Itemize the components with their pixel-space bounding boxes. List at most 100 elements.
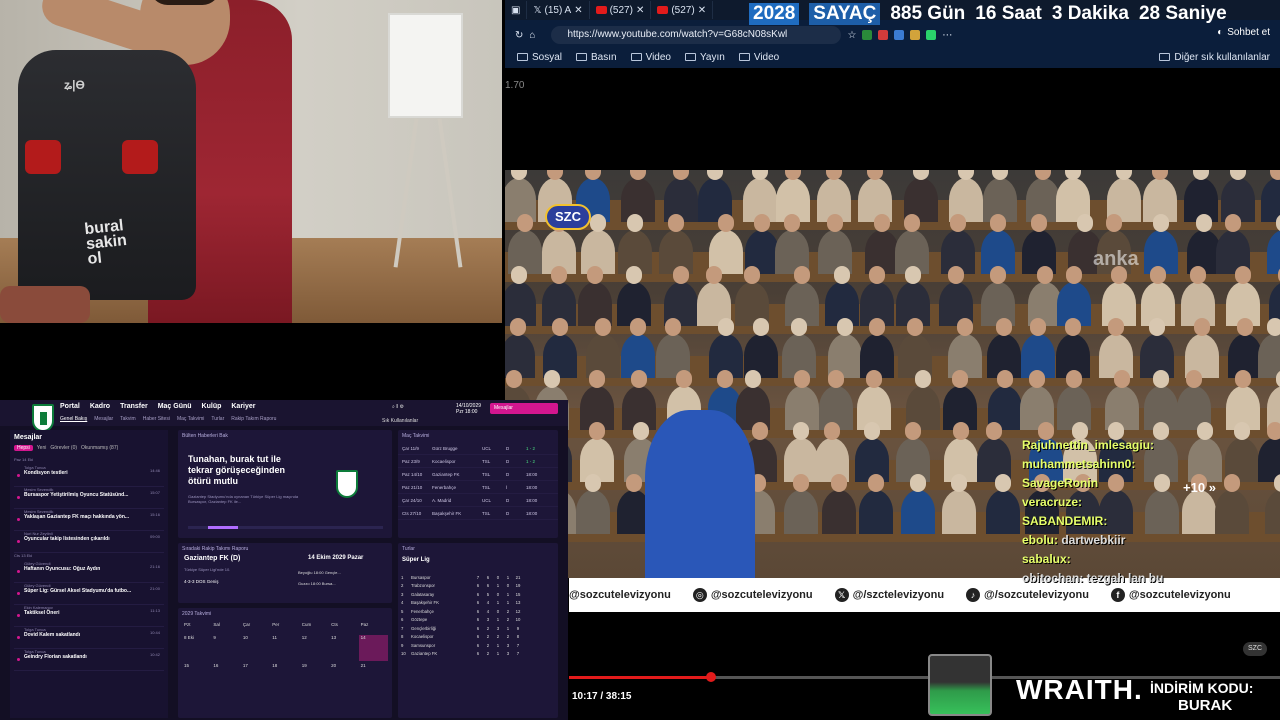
extension-icon[interactable] (862, 30, 873, 40)
calendar-day[interactable]: 17 (241, 663, 270, 689)
table-row[interactable]: 7 Gençlerbirliği 6 2 3 1 9 (398, 624, 558, 633)
subnav-item[interactable]: Genel Bakış (60, 416, 87, 422)
filter-unread[interactable]: Okunmamış (87) (81, 445, 118, 451)
table-row[interactable]: 3 Galatasaray 6 5 0 1 15 (398, 590, 558, 599)
progress-bar[interactable] (569, 672, 1280, 682)
nav-kariyer[interactable]: Kariyer (231, 403, 255, 410)
inbox-message[interactable]: Ekin Kalemanov Taktiksel Öneri 11:13 (14, 605, 164, 627)
audience-head (1036, 266, 1053, 284)
club-crest[interactable] (32, 404, 54, 432)
calendar-day[interactable]: 15 (182, 663, 211, 689)
search-icon[interactable]: ⌕ (392, 404, 395, 410)
fixture-row[interactable]: Çar 24/10 A. Madrid UCL D 18:00 (398, 494, 558, 507)
nav-kulup[interactable]: Kulüp (202, 403, 222, 410)
progress-scrubber[interactable] (706, 672, 717, 682)
tab-x[interactable]: 𝕏 (15) A ✕ (527, 1, 590, 19)
calendar-card[interactable]: 2029 Takvimi Pzt Sal Çar Per Cum Cts Paz 8 Eki 9… (178, 608, 392, 718)
table-team: Bursaspor (411, 574, 431, 580)
star-icon[interactable]: ☆ (847, 30, 856, 41)
tab-youtube-1[interactable]: (527) ✕ (590, 1, 652, 19)
calendar-day[interactable]: 11 (270, 635, 299, 661)
calendar-day[interactable]: 19 (300, 663, 329, 689)
fixture-row[interactable]: Çar 11/9 Gürz Brugge UCL D 1 - 2 (398, 442, 558, 455)
fixture-row[interactable]: Paz 14/10 Gaziantep FK TSL D 18:00 (398, 468, 558, 481)
more-icon[interactable]: ⋯ (942, 30, 952, 41)
inbox-message[interactable]: Güley Güvendi Süper Lig: Gürsel Aksel Sta… (14, 583, 164, 605)
inbox-message[interactable]: Tolga Tunca Dovid Kalem sakatlandı 10:44 (14, 627, 164, 649)
calendar-day[interactable]: 14 (358, 635, 388, 661)
video-player[interactable]: 1.70 SZC anka +10 » @sozcutelevizyonu ◎ @… (505, 68, 1280, 720)
calendar-day[interactable]: 9 (211, 635, 240, 661)
favorites-menu[interactable]: Sık Kullanılanlar (382, 418, 418, 424)
calendar-day[interactable]: 20 (329, 663, 358, 689)
table-row[interactable]: 2 Trabzonspor 6 6 1 0 19 (398, 582, 558, 591)
next-opponent-card[interactable]: Sıradaki Rakip Takımı Raporu Gaziantep F… (178, 543, 392, 603)
close-icon[interactable]: ✕ (698, 5, 706, 16)
calendar-day[interactable]: 12 (300, 635, 329, 661)
bookmark-folder[interactable]: Yayın (685, 52, 725, 63)
table-row[interactable]: 5 Fenerbahçe 6 4 0 2 12 (398, 607, 558, 616)
subnav-item[interactable]: Maç Takvimi (177, 416, 204, 422)
fixtures-card[interactable]: Maç Takvimi Çar 11/9 Gürz Brugge UCL D 1 - 2… (398, 430, 558, 538)
filter-tasks[interactable]: Görevler (0) (50, 445, 77, 451)
fixture-row[interactable]: Paz 23/9 Kocaelispor TSL D 1 - 2 (398, 455, 558, 468)
address-bar[interactable]: https://www.youtube.com/watch?v=G68cN08s… (551, 26, 842, 44)
tab-window[interactable]: ▣ (505, 1, 528, 19)
inbox-message[interactable]: Mesim Sevendik Bursaspor Yetiştirilmiş Oy… (14, 487, 164, 509)
table-row[interactable]: 10 Gaziantep FK 6 2 1 3 7 (398, 650, 558, 659)
calendar-day[interactable]: 18 (270, 663, 299, 689)
copilot-chat-button[interactable]: ◐ Sohbet et (1217, 27, 1270, 38)
close-icon[interactable]: ✕ (636, 5, 644, 16)
extension-icon[interactable] (894, 30, 905, 40)
audience-head (791, 318, 808, 336)
table-row[interactable]: 6 Göztepe 6 3 1 2 10 (398, 616, 558, 625)
inbox-message[interactable]: Tolga Tunca Kondisyon testleri 14:46 (14, 465, 164, 487)
league-table-card[interactable]: Turlar Süper Lig 1 Bursaspor 7 6 0 1 21 2 Trabzo… (398, 543, 558, 718)
nav-transfer[interactable]: Transfer (120, 403, 148, 410)
fixture-row[interactable]: Cts 27/10 Başakşehir FK TSL D 18:00 (398, 507, 558, 520)
nav-mac-gunu[interactable]: Maç Günü (158, 403, 192, 410)
home-icon[interactable]: ⌂ (529, 30, 535, 41)
inbox-message[interactable]: Güley Güvendi Haftanın Oyuncusu: Oğuz Ayd… (14, 561, 164, 583)
inbox-message[interactable]: Nuri Nur Zeytinli Oyuncular takip listesi… (14, 531, 164, 553)
table-row[interactable]: 1 Bursaspor 7 6 0 1 21 (398, 573, 558, 582)
close-icon[interactable]: ✕ (574, 5, 582, 16)
subnav-item[interactable]: Turlar (211, 416, 224, 422)
calendar-day[interactable]: 16 (211, 663, 240, 689)
inbox-message[interactable]: Mesim Sevendik Yaklaşan Gaziantep FK maçı… (14, 509, 164, 531)
settings-icon[interactable]: ⚙ (400, 404, 404, 410)
bookmark-folder[interactable]: Video (630, 52, 671, 63)
subnav-item[interactable]: Takvim (120, 416, 136, 422)
calendar-day[interactable]: 8 Eki (182, 635, 211, 661)
tab-youtube-2[interactable]: (527) ✕ (651, 1, 714, 19)
continue-button[interactable]: Mesajlar (490, 403, 558, 414)
table-stat: 2 (486, 642, 490, 648)
reload-icon[interactable]: ↻ (515, 30, 523, 41)
subnav-item[interactable]: Rakip Takım Raporu (231, 416, 276, 422)
table-stat: 21 (515, 574, 521, 580)
table-row[interactable]: 8 Kocaelispor 6 2 2 2 8 (398, 633, 558, 642)
bookmark-folder[interactable]: Sosyal (517, 52, 562, 63)
table-stat: 4 (486, 600, 490, 606)
nav-portal[interactable]: Portal (60, 403, 80, 410)
calendar-day[interactable]: 10 (241, 635, 270, 661)
bookmark-folder[interactable]: Video (738, 52, 779, 63)
fixture-row[interactable]: Paz 21/10 Fenerbahçe TSL İ 18:00 (398, 481, 558, 494)
subnav-item[interactable]: Haber Sitesi (143, 416, 170, 422)
calendar-day[interactable]: 13 (329, 635, 358, 661)
extension-icon[interactable] (926, 30, 937, 40)
filter-all[interactable]: Hepsi (14, 445, 33, 451)
filter-new[interactable]: Yeni (37, 445, 47, 451)
extension-icon[interactable] (878, 30, 889, 40)
pause-icon[interactable]: ‖ (396, 404, 398, 410)
inbox-message[interactable]: Tolga Tunca Geindry Florian sakatlandı 10:… (14, 649, 164, 671)
extension-icon[interactable] (910, 30, 921, 40)
bookmark-folder[interactable]: Basın (576, 52, 617, 63)
subnav-item[interactable]: Mesajlar (94, 416, 113, 422)
table-row[interactable]: 4 Başakşehir FK 6 4 1 1 13 (398, 599, 558, 608)
news-card[interactable]: Bülten Haberleri Bak Tunahan, burak tut … (178, 430, 392, 538)
nav-kadro[interactable]: Kadro (90, 403, 110, 410)
other-bookmarks[interactable]: Diğer sık kullanılanlar (1159, 52, 1270, 63)
table-row[interactable]: 9 Samsunspor 6 2 1 3 7 (398, 641, 558, 650)
calendar-day[interactable]: 21 (359, 663, 388, 689)
